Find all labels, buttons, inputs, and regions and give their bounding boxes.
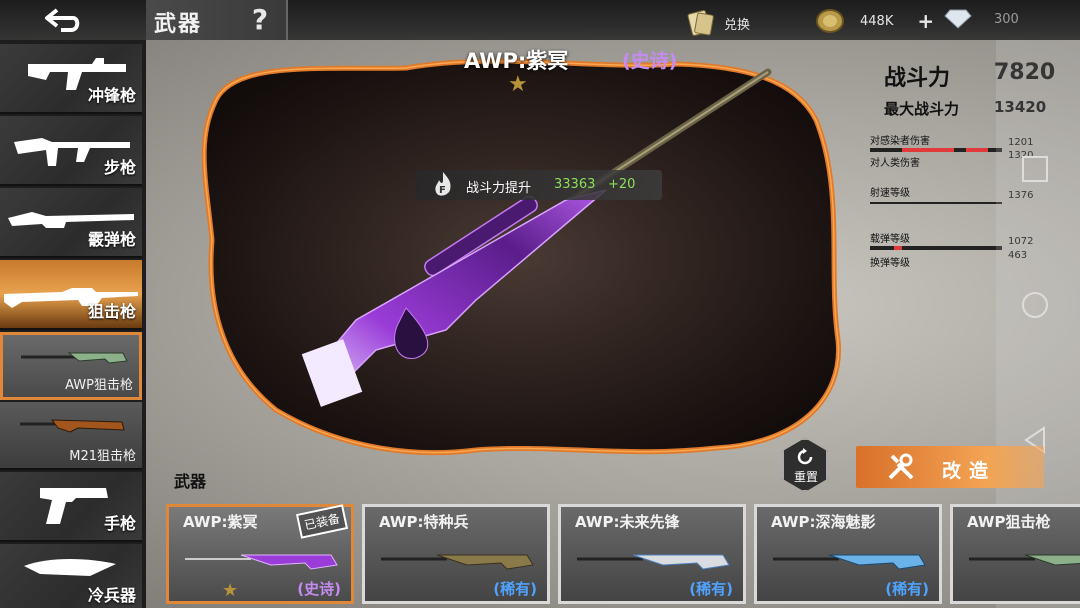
weapon-card-rarity: (稀有): [689, 580, 733, 598]
refresh-icon: [797, 448, 813, 465]
weapon-showcase: [201, 58, 841, 456]
weapon-thumbnail: [577, 554, 730, 570]
weapon-rarity: (史诗): [622, 50, 678, 72]
category-rifle[interactable]: 步枪: [0, 116, 142, 186]
subcategory-m21[interactable]: M21狙击枪: [0, 402, 142, 470]
weapon-card-rarity: (史诗): [297, 580, 341, 598]
weapon-thumbnail: [381, 554, 534, 570]
gem-value: 300: [994, 11, 1019, 27]
power-boost-tag: F 战斗力提升 33363 +20: [416, 170, 662, 200]
add-coins-button[interactable]: +: [917, 9, 934, 33]
stat-label: 对感染者伤害: [870, 136, 930, 147]
power-boost-label: 战斗力提升: [466, 181, 532, 196]
subcategory-label: AWP狙击枪: [65, 378, 133, 393]
tools-icon: [888, 453, 914, 480]
top-bar: 武器 ? 兑换 448K + 300: [0, 0, 1080, 40]
category-sniper[interactable]: 狙击枪: [0, 260, 142, 330]
weapon-thumbnail: [185, 554, 338, 570]
category-label: 冷兵器: [87, 586, 136, 605]
awp-thumbnail: [21, 352, 128, 364]
upgrade-button[interactable]: 改造: [856, 446, 1044, 488]
weapon-card-name: AWP:紫冥: [183, 513, 258, 531]
star-icon: ★: [508, 72, 528, 97]
fire-icon: F: [435, 172, 451, 196]
weapon-category-sidebar: 冲锋枪 步枪 霰弹枪 狙击枪 AWP狙击枪 M21狙击枪 手枪 冷兵器: [0, 40, 146, 608]
back-arrow-icon: [45, 8, 80, 32]
subcategory-label: M21狙击枪: [69, 449, 136, 464]
weapon-card[interactable]: AWP狙击枪: [950, 504, 1080, 604]
m21-thumbnail: [20, 419, 125, 433]
gem-balance: 300: [944, 8, 1019, 30]
weapon-card-name: AWP:深海魅影: [771, 513, 876, 531]
weapon-card-rarity: (稀有): [493, 580, 537, 598]
category-label: 冲锋枪: [87, 86, 136, 105]
category-label: 霰弹枪: [87, 230, 136, 249]
recent-apps-icon[interactable]: [1022, 156, 1048, 182]
stat-label: 对人类伤害: [870, 158, 920, 169]
weapon-card[interactable]: AWP:深海魅影 (稀有): [754, 504, 942, 604]
coin-value: 448K: [860, 13, 894, 29]
stat-bar: [870, 246, 1002, 250]
weapon-card[interactable]: AWP:特种兵 (稀有): [362, 504, 550, 604]
weapon-card-name: AWP:特种兵: [379, 513, 469, 531]
title-box: 武器 ?: [146, 0, 288, 40]
category-label: 步枪: [103, 158, 136, 177]
reset-label: 重置: [794, 470, 819, 484]
svg-text:F: F: [439, 185, 446, 196]
page-title: 武器: [154, 12, 203, 37]
stat-bar: [870, 202, 1002, 204]
weapon-name: AWP:紫冥: [464, 49, 569, 73]
coin-balance: 448K +: [814, 8, 934, 34]
star-icon: ★: [222, 580, 239, 601]
category-label: 手枪: [103, 514, 136, 533]
weapon-thumbnail: [969, 554, 1080, 566]
coin-icon: [816, 9, 844, 33]
power-boost-delta: +20: [608, 177, 636, 192]
help-icon[interactable]: ?: [238, 4, 282, 36]
power-boost-value: 33363: [554, 177, 596, 192]
category-label: 狙击枪: [87, 302, 136, 321]
game-screen: 武器 ? 兑换 448K + 300 冲锋枪 步枪 霰弹枪 狙击枪 AWP狙击枪…: [0, 0, 1080, 608]
stat-label: 换弹等级: [870, 258, 910, 269]
ticket-icon: [687, 10, 714, 36]
stat-label: 载弹等级: [870, 234, 910, 245]
weapon-card[interactable]: AWP:未来先锋 (稀有): [558, 504, 746, 604]
category-smg[interactable]: 冲锋枪: [0, 44, 142, 114]
max-power-label: 最大战斗力: [884, 100, 960, 118]
weapon-card-rarity: (稀有): [885, 580, 929, 598]
stat-label: 射速等级: [870, 188, 910, 199]
subcategory-awp[interactable]: AWP狙击枪: [0, 332, 142, 400]
weapon-thumbnail: [773, 554, 926, 570]
weapon-card-name: AWP狙击枪: [967, 513, 1051, 531]
category-pistol[interactable]: 手枪: [0, 472, 142, 542]
home-icon[interactable]: [1022, 292, 1048, 318]
diamond-icon: [944, 9, 972, 29]
exchange-button[interactable]: 兑换: [684, 8, 750, 38]
back-button[interactable]: [40, 4, 86, 36]
weapon-list-title: 武器: [174, 472, 207, 491]
upgrade-label: 改造: [942, 460, 997, 482]
category-melee[interactable]: 冷兵器: [0, 544, 142, 608]
category-shotgun[interactable]: 霰弹枪: [0, 188, 142, 258]
stat-bar: [870, 148, 1002, 152]
exchange-label: 兑换: [724, 17, 751, 33]
weapon-card-name: AWP:未来先锋: [575, 513, 680, 531]
power-label: 战斗力: [884, 66, 951, 91]
